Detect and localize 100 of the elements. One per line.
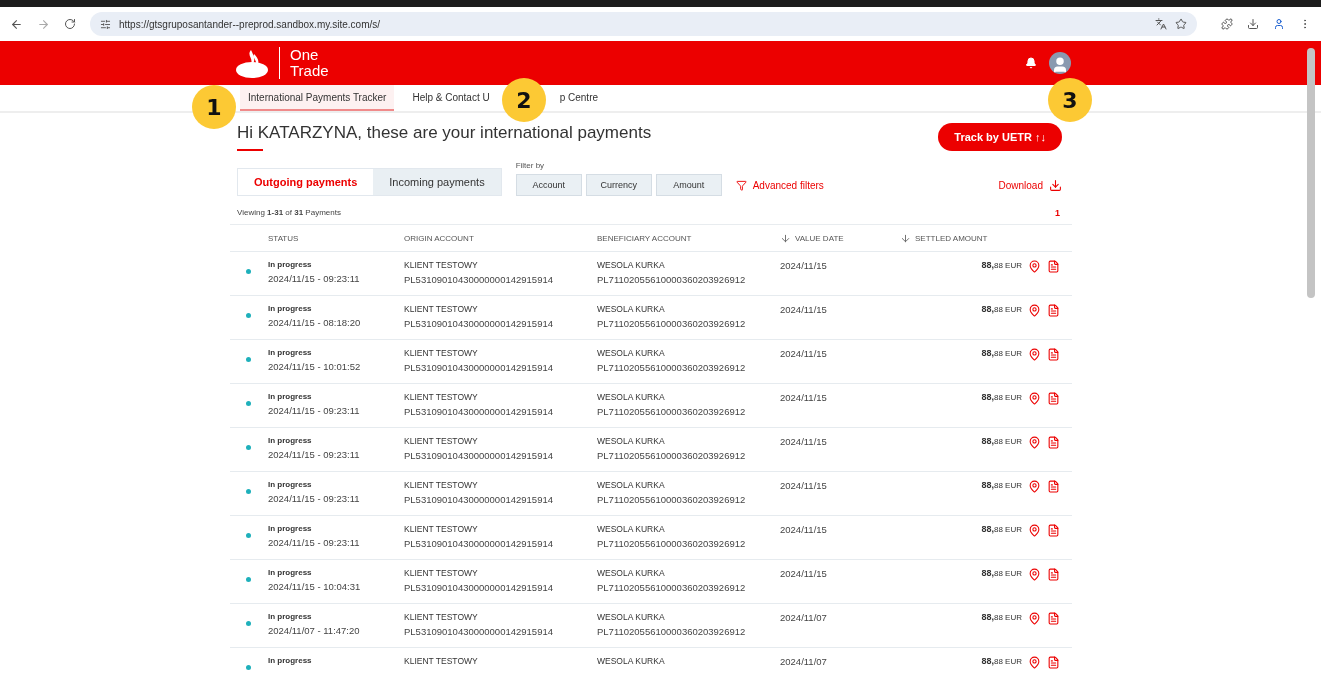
beneficiary-name: WESOLA KURKA [597,348,666,358]
track-button[interactable]: Track by UETR ↑↓ [938,123,1062,151]
location-pin-icon[interactable] [1028,260,1041,273]
value-date: 2024/11/15 [780,260,828,271]
origin-name: KLIENT TESTOWY [404,348,479,358]
timestamp-text: 2024/11/15 - 09:23:11 [268,493,361,504]
filter-button[interactable]: Amount [655,174,722,196]
document-icon[interactable] [1047,612,1060,625]
location-pin-icon[interactable] [1028,348,1041,361]
value-date: 2024/11/07 [780,612,828,623]
document-icon[interactable] [1047,348,1060,361]
origin-account: PL53109010430000000142915914 [404,582,554,593]
beneficiary-account: PL71102055610000360203926912 [597,274,747,285]
status-dot-icon [246,665,251,670]
settled-amount: 88,88 EUR [980,392,1022,402]
location-pin-icon[interactable] [1028,304,1041,317]
funnel-icon [735,179,747,191]
beneficiary-account: PL71102055610000360203926912 [597,362,747,373]
origin-account: PL53109010430000000142915914 [404,626,554,637]
translate-icon[interactable] [1155,18,1167,30]
timestamp-text: 2024/11/15 - 10:01:52 [268,361,362,372]
document-icon[interactable] [1047,656,1060,669]
nav-tab[interactable]: International Payments Tracker [240,85,395,111]
status-dot-icon [246,577,251,582]
scrollbar[interactable] [1307,48,1315,298]
timestamp-text: 2024/11/15 - 08:18:20 [268,317,362,328]
payments-tab[interactable]: Incoming payments [373,169,501,195]
document-icon[interactable] [1047,260,1060,273]
url-text: https://gtsgruposantander--preprod.sandbox.my.site.com/s/ [119,18,381,30]
profile-icon[interactable] [1273,18,1285,30]
nav-tab[interactable]: Help & Contact U [404,85,498,111]
star-icon[interactable] [1175,18,1187,30]
location-pin-icon[interactable] [1028,656,1041,669]
timestamp-text: 2024/11/15 - 09:23:11 [268,537,361,548]
status-text: In progress [268,568,313,577]
origin-name: KLIENT TESTOWY [404,392,479,402]
origin-name: KLIENT TESTOWY [404,524,479,534]
document-icon[interactable] [1047,392,1060,405]
beneficiary-name: WESOLA KURKA [597,260,666,270]
address-bar[interactable]: https://gtsgruposantander--preprod.sandbox.my.site.com/s/ [90,12,1197,36]
status-text: In progress [268,348,313,357]
status-dot-icon [246,621,251,626]
origin-account: PL53109010430000000142915914 [404,274,554,285]
page-number[interactable]: 1 [1055,208,1060,218]
filter-button[interactable]: Currency [585,174,652,196]
origin-account: PL53109010430000000142915914 [404,450,554,461]
bell-icon[interactable] [1025,57,1037,69]
download-icon [1049,178,1062,192]
origin-name: KLIENT TESTOWY [404,436,479,446]
status-text: In progress [268,612,313,621]
status-text: In progress [268,304,313,313]
location-pin-icon[interactable] [1028,524,1041,537]
value-date: 2024/11/15 [780,568,828,579]
timestamp-text: 2024/11/07 - 11:47:20 [268,625,361,636]
back-icon[interactable] [10,17,23,31]
settled-amount: 88,88 EUR [980,524,1022,534]
timestamp-text: 2024/11/15 - 09:23:11 [268,405,361,416]
status-dot-icon [246,313,251,318]
value-date: 2024/11/15 [780,436,828,447]
value-date: 2024/11/15 [780,392,828,403]
timestamp-text: 2024/11/15 - 10:04:31 [268,581,362,592]
sort-arrow-icon[interactable] [900,232,911,244]
location-pin-icon[interactable] [1028,568,1041,581]
location-pin-icon[interactable] [1028,480,1041,493]
location-pin-icon[interactable] [1028,612,1041,625]
flame-logo-icon [235,48,269,78]
document-icon[interactable] [1047,524,1060,537]
status-text: In progress [268,524,313,533]
origin-name: KLIENT TESTOWY [404,656,479,666]
advanced-filters-link[interactable]: Advanced filters [735,174,824,196]
location-pin-icon[interactable] [1028,392,1041,405]
origin-name: KLIENT TESTOWY [404,304,479,314]
document-icon[interactable] [1047,304,1060,317]
document-icon[interactable] [1047,568,1060,581]
download-link[interactable]: Download [998,174,1062,196]
filter-button[interactable]: Account [515,174,582,196]
document-icon[interactable] [1047,480,1060,493]
beneficiary-name: WESOLA KURKA [597,656,666,666]
beneficiary-name: WESOLA KURKA [597,304,666,314]
status-dot-icon [246,401,251,406]
location-pin-icon[interactable] [1028,436,1041,449]
site-settings-icon[interactable] [100,18,111,30]
avatar-icon[interactable] [1049,52,1071,74]
origin-account: PL53109010430000000142915914 [404,362,554,373]
origin-name: KLIENT TESTOWY [404,260,479,270]
beneficiary-name: WESOLA KURKA [597,392,666,402]
download-icon[interactable] [1247,18,1259,30]
beneficiary-account: PL71102055610000360203926912 [597,626,747,637]
beneficiary-account: PL71102055610000360203926912 [597,582,747,593]
sort-arrow-icon[interactable] [780,232,791,244]
nav-tab[interactable]: p Centre [551,85,607,111]
beneficiary-account: PL71102055610000360203926912 [597,450,747,461]
extensions-icon[interactable] [1221,18,1233,30]
status-dot-icon [246,357,251,362]
document-icon[interactable] [1047,436,1060,449]
value-date: 2024/11/15 [780,348,828,359]
status-dot-icon [246,269,251,274]
reload-icon[interactable] [64,18,76,30]
beneficiary-account: PL71102055610000360203926912 [597,538,747,549]
status-dot-icon [246,533,251,538]
